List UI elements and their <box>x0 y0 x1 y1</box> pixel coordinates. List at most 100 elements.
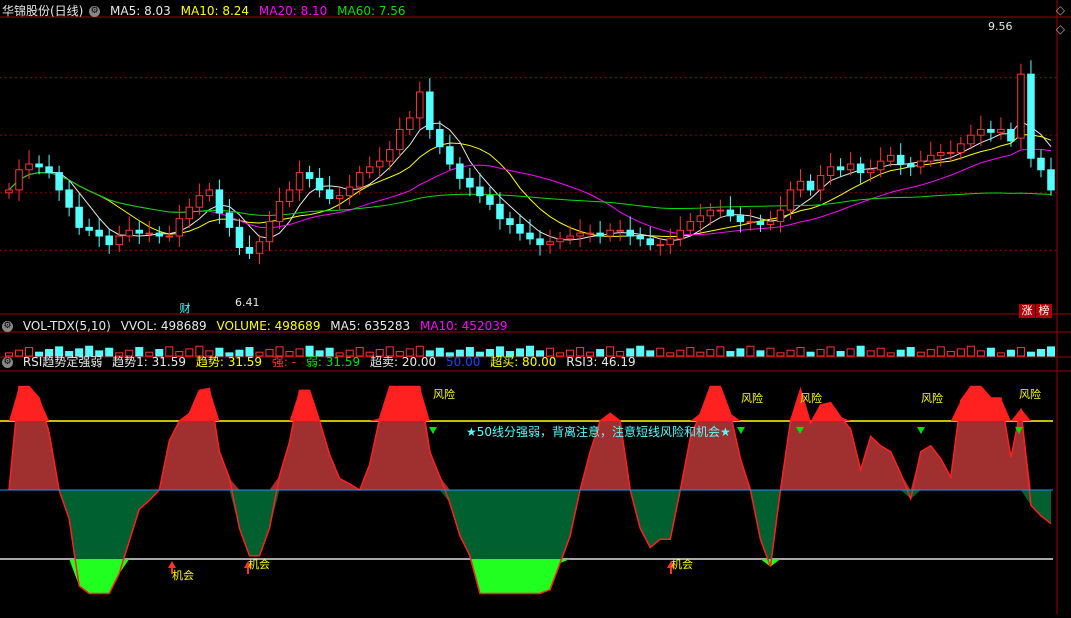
candle-body <box>1037 157 1045 171</box>
candle-body <box>746 221 755 224</box>
candle-body <box>85 226 93 231</box>
risk-label: 风险 <box>1019 388 1041 401</box>
candle-body <box>606 229 614 237</box>
candle-body <box>235 226 244 249</box>
candle-body <box>686 221 695 231</box>
volume-bar <box>926 349 935 357</box>
candle-body <box>406 117 414 130</box>
candle-body <box>105 235 113 246</box>
volume-bar <box>906 347 915 357</box>
stock-title: 华锦股份(日线) <box>2 4 84 18</box>
vvol-value: VVOL: 498689 <box>120 319 207 333</box>
candle-body <box>145 232 154 235</box>
candle-body <box>255 241 264 254</box>
volume-bar <box>786 349 795 357</box>
ma5-value: MA5: 8.03 <box>110 4 171 18</box>
diamond-icon[interactable]: ◇ <box>1056 3 1065 17</box>
volume-bar <box>836 351 845 357</box>
candle-body <box>5 189 13 194</box>
candle-body <box>927 154 935 162</box>
candle-body <box>135 229 144 234</box>
price-legend: 华锦股份(日线) ⚙ MA5: 8.03 MA10: 8.24 MA20: 8.… <box>2 3 412 20</box>
finance-marker[interactable]: 财 <box>178 302 192 316</box>
candle-body <box>1017 73 1025 139</box>
volume-bar <box>1016 347 1025 357</box>
risk-label: 风险 <box>800 392 822 405</box>
candle-body <box>576 232 584 237</box>
candle-body <box>245 247 254 254</box>
candle-body <box>906 163 915 168</box>
candle-body <box>666 238 675 246</box>
candle-body <box>876 160 885 171</box>
candle-body <box>696 215 705 223</box>
candle-body <box>305 172 314 179</box>
candle-body <box>335 195 344 200</box>
candle-body <box>596 232 604 237</box>
volume-bar <box>776 352 785 357</box>
candle-body <box>957 143 965 153</box>
candle-body <box>866 169 875 174</box>
settings-icon[interactable]: ⚙ <box>89 6 101 17</box>
candle-body <box>496 203 504 220</box>
volume-bar <box>1026 351 1035 357</box>
candle-body <box>526 232 534 240</box>
volume-bar <box>736 348 745 357</box>
candle-body <box>706 209 715 217</box>
volume-bar <box>986 347 995 357</box>
candle-body <box>345 186 354 197</box>
opportunity-label: 机会 <box>671 558 693 571</box>
candle-body <box>977 128 985 136</box>
candle-body <box>546 241 554 246</box>
volume-bar <box>916 351 925 357</box>
volume-bar <box>866 350 875 357</box>
candle-body <box>626 229 634 237</box>
volume-bar <box>656 347 665 357</box>
candle-body <box>916 160 925 168</box>
volume-bar <box>1006 349 1015 357</box>
volume-bar <box>996 352 1005 357</box>
candle-body <box>165 235 174 238</box>
candle-body <box>736 215 745 223</box>
rise-badge[interactable]: 涨 <box>1019 304 1035 318</box>
level50-value: 50.00 <box>446 355 481 369</box>
trend1-value: 趋势1: 31.59 <box>112 355 187 369</box>
collapse-icon[interactable]: ◇ <box>1056 22 1065 36</box>
volume-bar <box>1036 349 1045 357</box>
volume-bar <box>976 350 985 357</box>
candle-body <box>275 200 284 223</box>
candle-body <box>846 163 855 171</box>
volume-bar <box>936 346 945 357</box>
weak-value: 弱: 31.59 <box>305 355 361 369</box>
trend-value: 趋势: 31.59 <box>195 355 263 369</box>
volume-bar <box>856 345 865 357</box>
volume-value: VOLUME: 498689 <box>216 319 321 333</box>
candle-body <box>536 238 544 246</box>
volume-bar <box>676 349 685 357</box>
candle-body <box>195 195 204 208</box>
volume-bar <box>686 347 695 357</box>
candle-body <box>506 218 514 225</box>
candle-body <box>395 128 404 151</box>
volume-bar <box>1046 346 1055 357</box>
risk-label: 风险 <box>921 392 943 405</box>
rsi3-value: RSI3: 46.19 <box>566 355 636 369</box>
candle-body <box>766 221 775 225</box>
rsi-settings-icon[interactable]: ⚙ <box>2 357 13 368</box>
volume-bar <box>966 345 975 357</box>
candle-body <box>1047 169 1055 191</box>
chart-svg <box>0 0 1071 614</box>
volume-bar <box>646 350 655 357</box>
volume-bar <box>726 351 735 357</box>
volume-bar <box>876 347 885 357</box>
candle-body <box>776 209 785 223</box>
candle-body <box>416 91 424 119</box>
candle-body <box>285 189 294 202</box>
candle-body <box>315 177 324 191</box>
candle-body <box>676 229 685 240</box>
volume-settings-icon[interactable]: ⚙ <box>2 321 13 332</box>
candle-body <box>726 209 735 217</box>
candle-body <box>826 166 835 177</box>
rank-badge[interactable]: 榜 <box>1036 304 1052 318</box>
risk-label: 风险 <box>433 388 455 401</box>
volume-bar <box>666 352 675 357</box>
